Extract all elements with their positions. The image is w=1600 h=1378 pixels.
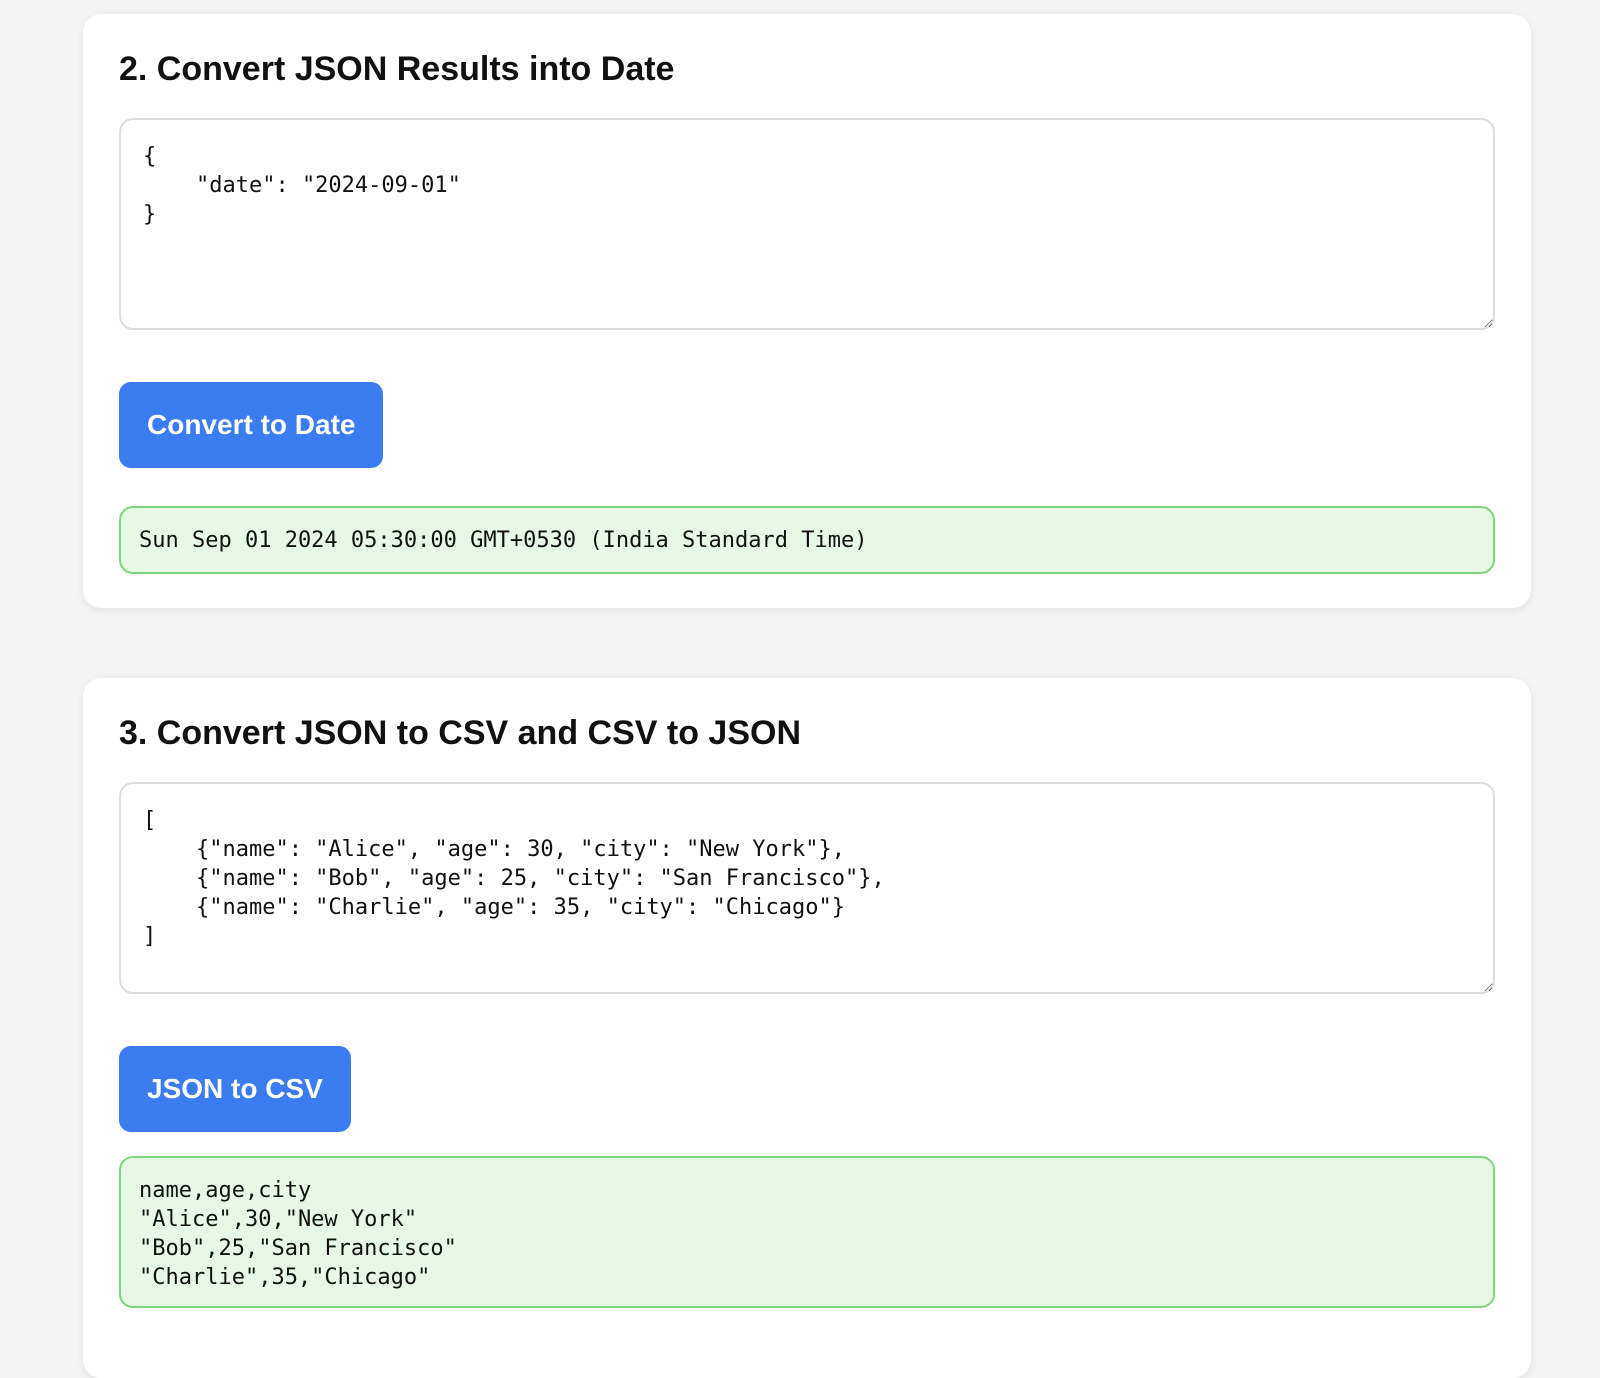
json-date-input[interactable]: { "date": "2024-09-01" }	[119, 118, 1495, 330]
convert-to-date-button[interactable]: Convert to Date	[119, 382, 384, 468]
section-title: 3. Convert JSON to CSV and CSV to JSON	[119, 714, 802, 752]
csv-conversion-card: 3. Convert JSON to CSV and CSV to JSON […	[83, 678, 1531, 1378]
date-output: Sun Sep 01 2024 05:30:00 GMT+0530 (India…	[119, 506, 1495, 574]
json-to-csv-button[interactable]: JSON to CSV	[119, 1046, 351, 1132]
date-conversion-card: 2. Convert JSON Results into Date { "dat…	[83, 14, 1531, 608]
json-csv-input[interactable]: [ {"name": "Alice", "age": 30, "city": "…	[119, 782, 1495, 994]
section-title: 2. Convert JSON Results into Date	[119, 50, 675, 88]
csv-output: name,age,city "Alice",30,"New York" "Bob…	[119, 1156, 1495, 1308]
